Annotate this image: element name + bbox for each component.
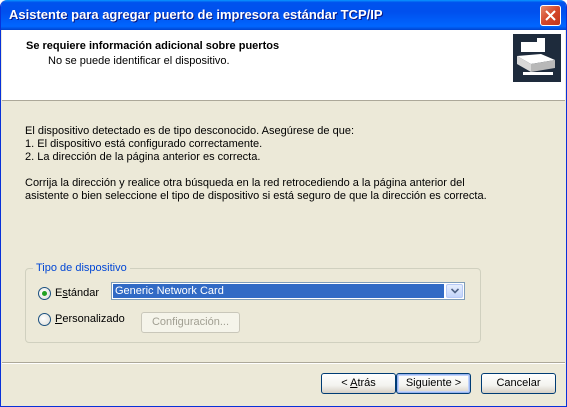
standard-radio-label[interactable]: Estándar	[55, 287, 99, 299]
radio-selected-dot	[42, 291, 47, 296]
wizard-header: Se requiere información adicional sobre …	[2, 30, 565, 101]
close-icon	[545, 10, 556, 21]
standard-radio[interactable]	[38, 287, 51, 300]
configuration-button[interactable]: Configuración...	[141, 312, 240, 333]
info-line-3: 2. La dirección de la página anterior es…	[25, 151, 261, 163]
wizard-window: Asistente para agregar puerto de impreso…	[0, 0, 567, 407]
info-line-1: El dispositivo detectado es de tipo desc…	[25, 125, 355, 137]
dropdown-button[interactable]	[446, 284, 463, 298]
window-title: Asistente para agregar puerto de impreso…	[9, 7, 383, 22]
title-bar[interactable]: Asistente para agregar puerto de impreso…	[1, 0, 566, 30]
custom-radio-label[interactable]: Personalizado	[55, 313, 125, 325]
cancel-button[interactable]: Cancelar	[481, 373, 556, 394]
printer-port-icon	[513, 34, 561, 82]
footer-separator	[2, 362, 565, 364]
back-button[interactable]: < Atrás	[321, 373, 396, 394]
chevron-down-icon	[451, 288, 459, 294]
device-type-legend: Tipo de dispositivo	[33, 262, 130, 274]
header-title: Se requiere información adicional sobre …	[26, 40, 280, 52]
instruction-line-2: asistente o bien seleccione el tipo de d…	[25, 190, 487, 202]
standard-device-select-value: Generic Network Card	[113, 284, 444, 298]
info-line-2: 1. El dispositivo está configurado corre…	[25, 138, 263, 150]
next-button[interactable]: Siguiente >	[396, 373, 471, 394]
device-type-groupbox	[25, 268, 481, 343]
instruction-line-1: Corrija la dirección y realice otra búsq…	[25, 177, 465, 189]
standard-device-select[interactable]: Generic Network Card	[111, 282, 465, 300]
custom-radio[interactable]	[38, 313, 51, 326]
close-button[interactable]	[540, 5, 561, 26]
header-subtitle: No se puede identificar el dispositivo.	[48, 55, 230, 67]
